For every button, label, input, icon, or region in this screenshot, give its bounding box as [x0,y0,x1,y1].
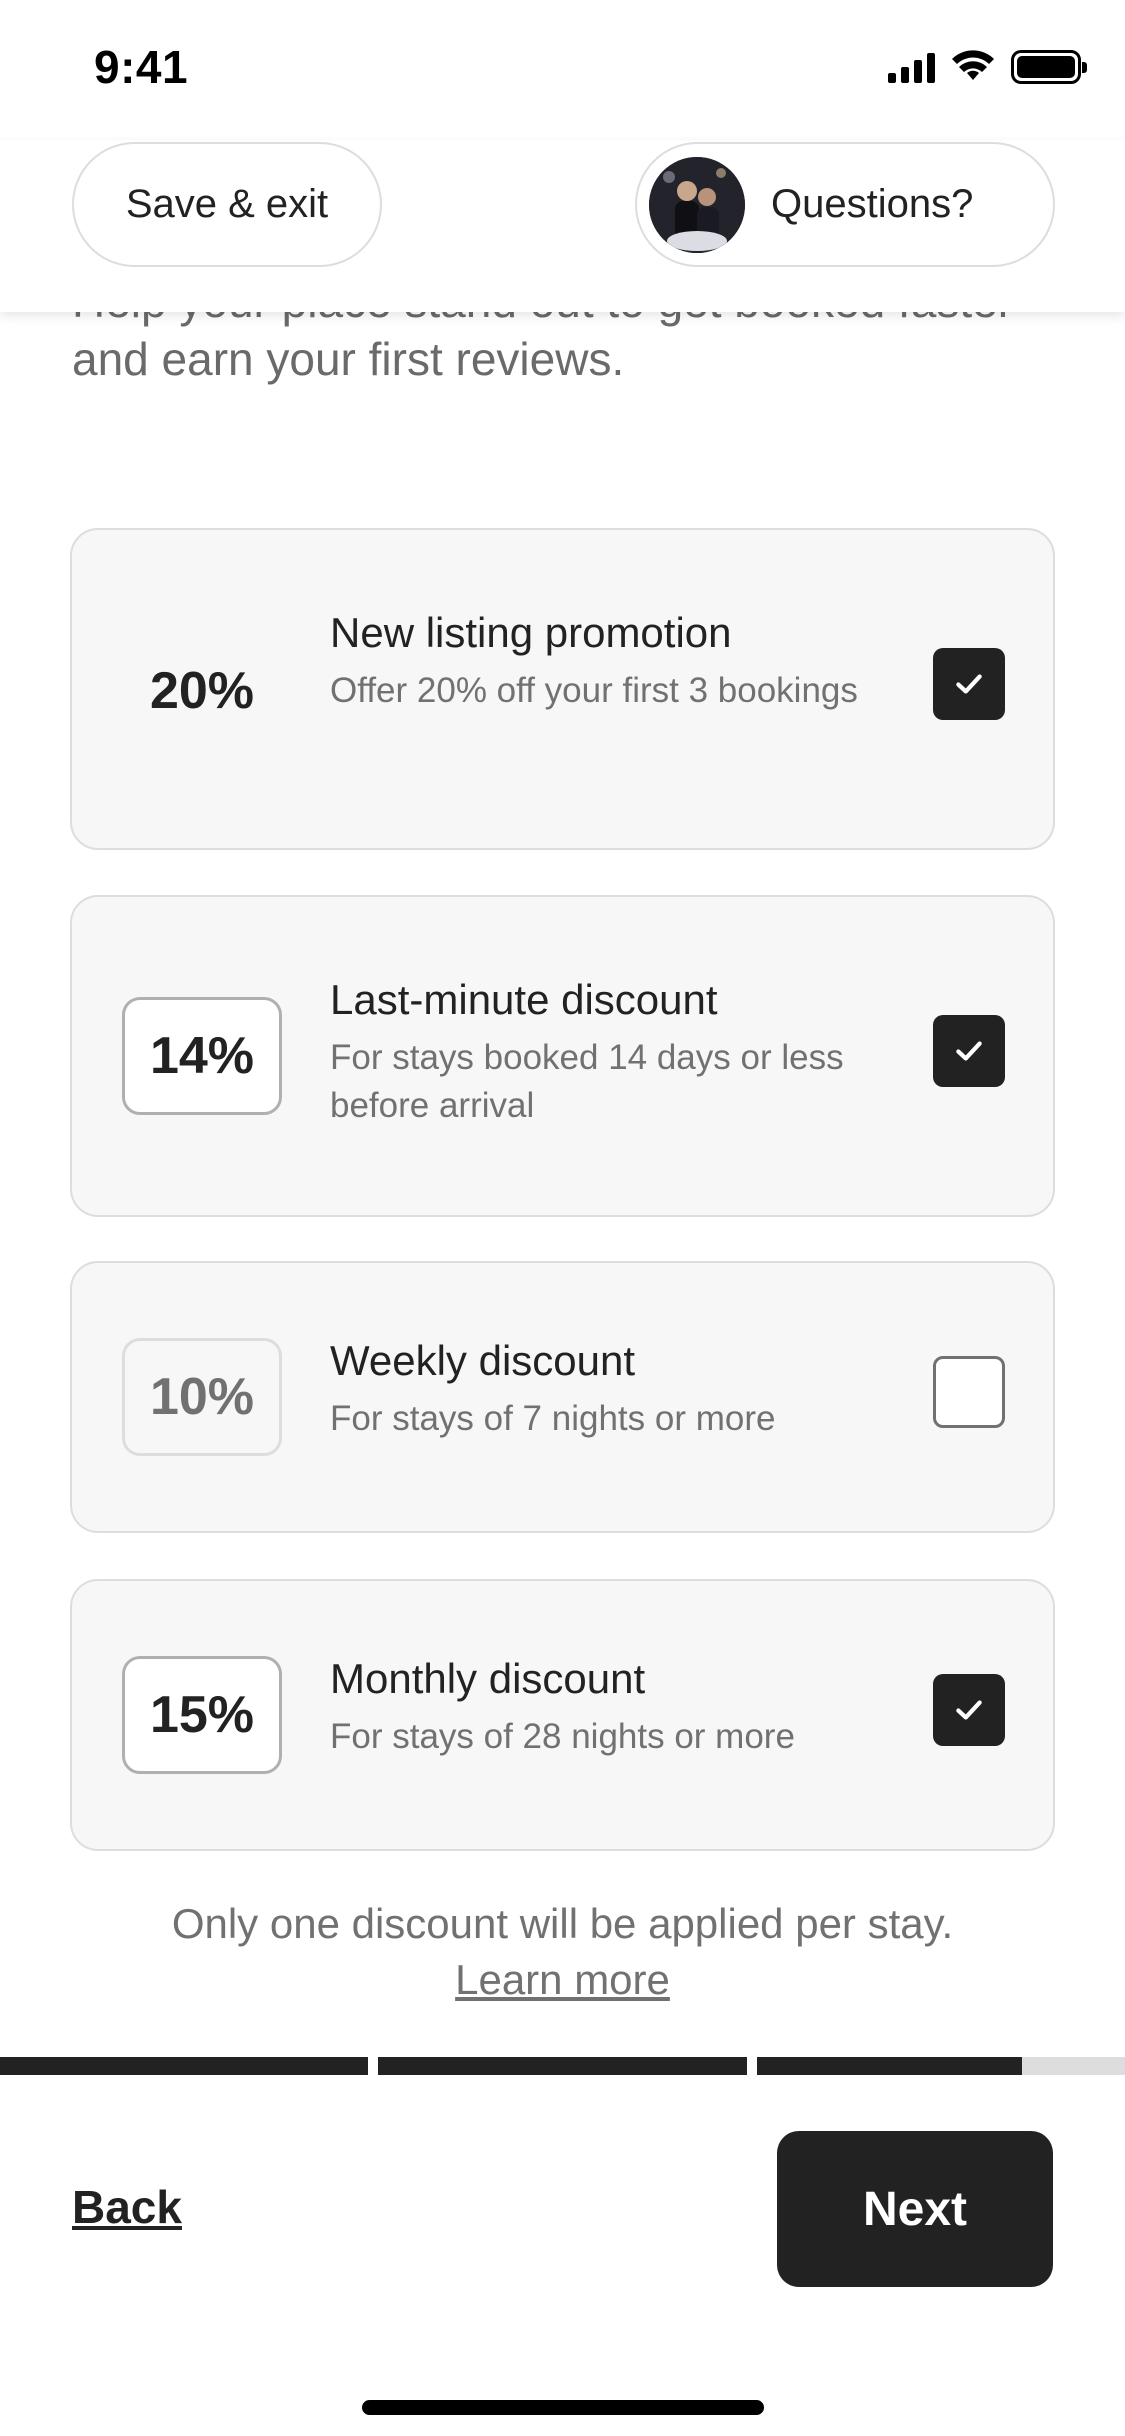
status-bar: 9:41 [0,0,1125,140]
top-header: Save & exit Questions? [0,140,1125,312]
discount-checkbox[interactable] [933,1356,1005,1428]
discount-card-last-minute[interactable]: 14% Last-minute discount For stays booke… [70,895,1055,1217]
discount-card-new-listing[interactable]: 20% New listing promotion Offer 20% off … [70,528,1055,850]
checkmark-icon [956,674,982,694]
discount-percent-input[interactable]: 10% [122,1338,282,1456]
page-subtitle: Help your place stand out to get booked … [72,312,1013,385]
back-button[interactable]: Back [72,2180,182,2234]
discounts-content[interactable]: Help your place stand out to get booked … [0,312,1125,2052]
questions-button[interactable]: Questions? [635,142,1055,267]
discount-card-monthly[interactable]: 15% Monthly discount For stays of 28 nig… [70,1579,1055,1851]
save-exit-label: Save & exit [125,182,329,226]
discount-title: Last-minute discount [330,976,718,1023]
discount-note: Only one discount will be applied per st… [0,1896,1125,2008]
discount-text: Last-minute discount For stays booked 14… [330,972,890,1130]
next-button[interactable]: Next [777,2131,1053,2287]
progress-segment [0,2057,369,2075]
discount-checkbox[interactable] [933,1674,1005,1746]
discount-description: For stays booked 14 days or less before … [330,1038,844,1125]
learn-more-link[interactable]: Learn more [455,1952,670,2008]
checkmark-icon [956,1041,982,1061]
wifi-icon [952,50,994,80]
questions-label: Questions? [771,182,974,226]
discount-text: Monthly discount For stays of 28 nights … [330,1651,890,1761]
discount-percent-input[interactable]: 15% [122,1656,282,1774]
discount-card-weekly[interactable]: 10% Weekly discount For stays of 7 night… [70,1261,1055,1533]
host-avatar [649,156,745,253]
discount-checkbox[interactable] [933,1015,1005,1087]
discount-title: Weekly discount [330,1337,636,1384]
status-icons [888,50,1087,84]
discount-description: For stays of 7 nights or more [330,1399,776,1438]
home-indicator [362,2400,764,2415]
next-label: Next [862,2182,968,2236]
discount-percent-input[interactable]: 14% [122,997,282,1115]
save-exit-button[interactable]: Save & exit [72,142,382,267]
status-time: 9:41 [94,41,189,93]
checkmark-icon [956,1700,982,1720]
battery-icon [1011,50,1087,84]
note-text: Only one discount will be applied per st… [171,1900,954,1947]
discount-checkbox[interactable] [933,648,1005,720]
progress-segment [378,2057,747,2075]
discount-description: For stays of 28 nights or more [330,1717,795,1756]
step-progress-bar [0,2057,1125,2075]
progress-segment [756,2057,1125,2075]
discount-text: Weekly discount For stays of 7 nights or… [330,1333,890,1443]
discount-percent-value: 20% [149,662,255,720]
discount-title: Monthly discount [330,1655,646,1702]
discount-text: New listing promotion Offer 20% off your… [330,605,890,715]
cellular-signal-icon [888,51,935,83]
discount-description: Offer 20% off your first 3 bookings [330,671,858,710]
footer-nav: Back Next [0,2075,1125,2436]
discount-title: New listing promotion [330,609,732,656]
